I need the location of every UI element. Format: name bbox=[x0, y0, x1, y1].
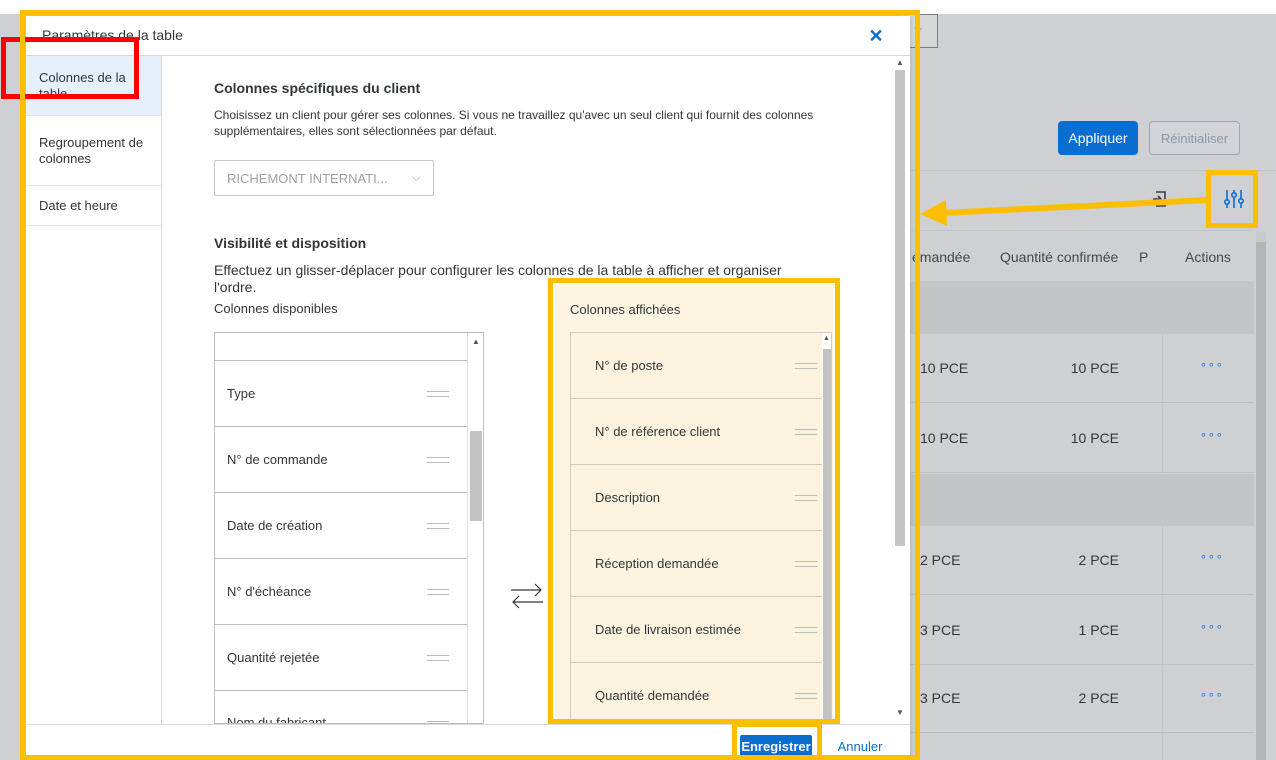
annotation-arrow bbox=[920, 197, 1208, 226]
